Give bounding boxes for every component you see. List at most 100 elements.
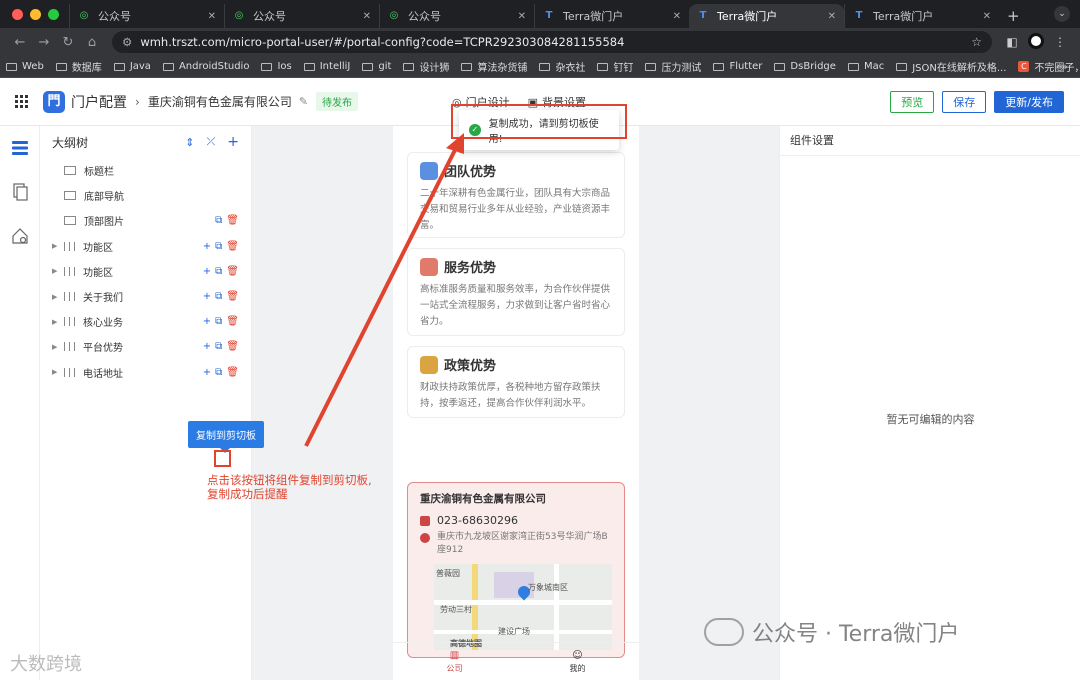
close-tab-icon[interactable]: ✕ [983, 11, 991, 22]
browser-tab[interactable]: ◎ 公众号 ✕ [379, 4, 534, 28]
advantage-card[interactable]: 服务优势 高标准服务质量和服务效率，为合作伙伴提供一站式全流程服务，力求做到让客… [407, 248, 625, 336]
forward-icon[interactable]: → [32, 35, 56, 50]
copy-icon[interactable]: ⧉ [215, 241, 222, 252]
add-child-icon[interactable]: + [203, 241, 211, 252]
bookmarks-overflow-icon[interactable]: » [1061, 60, 1068, 73]
browser-tab[interactable]: ◎ 公众号 ✕ [69, 4, 224, 28]
profile-avatar[interactable] [1024, 32, 1048, 52]
bookmark-item[interactable]: 算法杂货铺 [461, 59, 527, 74]
delete-icon[interactable]: 🗑 [226, 291, 239, 302]
copy-icon[interactable]: ⧉ [215, 266, 222, 277]
bookmark-item[interactable]: JSON在线解析及格... [896, 59, 1006, 74]
copy-icon[interactable]: ⧉ [215, 316, 222, 327]
tab-search-chevron-icon[interactable]: ⌄ [1054, 6, 1070, 22]
delete-icon[interactable]: 🗑 [226, 266, 239, 277]
expand-all-icon[interactable]: ⇕ [185, 136, 194, 149]
outline-node[interactable]: ▶ 平台优势 + ⧉ 🗑 [40, 334, 251, 359]
url-input[interactable]: ⚙ wmh.trszt.com/micro-portal-user/#/port… [112, 31, 992, 53]
outline-node[interactable]: ▶ 功能区 + ⧉ 🗑 [40, 259, 251, 284]
rail-pages-tab[interactable] [0, 170, 40, 214]
save-button[interactable]: 保存 [942, 91, 987, 113]
reload-icon[interactable]: ↻ [56, 35, 80, 50]
outline-node[interactable]: ▶ 核心业务 + ⧉ 🗑 [40, 309, 251, 334]
advantage-card[interactable]: 政策优势 财政扶持政策优厚，各税种地方留存政策扶持，按季返还，提高合作伙伴利润水… [407, 346, 625, 418]
copy-icon[interactable]: ⧉ [215, 215, 222, 226]
bookmark-item[interactable]: git [362, 61, 391, 72]
advantage-card[interactable]: 团队优势 二十年深耕有色金属行业，团队具有大宗商品交易和贸易行业多年从业经验，产… [407, 152, 625, 238]
outline-node[interactable]: 底部导航 [40, 183, 251, 208]
nav-company[interactable]: ▥ 公司 [393, 643, 516, 680]
nav-mine[interactable]: ☺ 我的 [516, 643, 639, 680]
sidebar-toggle-icon[interactable]: ◧ [1000, 35, 1024, 49]
bookmark-item[interactable]: DsBridge [774, 61, 836, 72]
location-map[interactable]: 普薇园 万象城南区 劳动三村 建设广场 高德地图 [434, 564, 612, 650]
bookmark-star-icon[interactable]: ☆ [971, 35, 982, 49]
bookmark-item[interactable]: C 不完圈子，App可... [1018, 59, 1080, 74]
copy-icon[interactable]: ⧉ [215, 291, 222, 302]
close-tab-icon[interactable]: ✕ [828, 11, 836, 22]
add-child-icon[interactable]: + [203, 367, 211, 378]
bookmark-item[interactable]: 设计狮 [403, 59, 449, 74]
outline-node[interactable]: ▶ 电话地址 + ⧉ 🗑 [40, 360, 251, 385]
delete-icon[interactable]: 🗑 [226, 241, 239, 252]
bookmark-item[interactable]: Mac [847, 61, 884, 72]
apps-grid-icon[interactable] [15, 94, 29, 109]
rail-outline-tab[interactable] [0, 126, 40, 170]
bookmark-item[interactable]: Ios [261, 61, 292, 72]
bookmark-item[interactable]: IntelliJ [303, 61, 350, 72]
tab-background-settings[interactable]: ▣ 背景设置 [528, 94, 586, 110]
expand-caret-icon[interactable]: ▶ [52, 267, 64, 275]
outline-node[interactable]: 标题栏 [40, 158, 251, 183]
expand-caret-icon[interactable]: ▶ [52, 368, 64, 376]
publish-button[interactable]: 更新/发布 [994, 91, 1064, 113]
close-tab-icon[interactable]: ✕ [673, 11, 681, 22]
copy-icon[interactable]: ⧉ [215, 341, 222, 352]
browser-tab-active[interactable]: T Terra微门户 ✕ [689, 4, 844, 28]
maximize-window-icon[interactable] [48, 8, 59, 20]
close-tab-icon[interactable]: ✕ [363, 11, 371, 22]
close-window-icon[interactable] [12, 8, 23, 20]
collapse-all-icon[interactable]: ⤫ [206, 135, 215, 149]
bookmark-item[interactable]: Flutter [713, 61, 762, 72]
tab-portal-design[interactable]: ◎ 门户设计 [452, 94, 510, 110]
back-icon[interactable]: ← [8, 35, 32, 50]
expand-caret-icon[interactable]: ▶ [52, 242, 64, 250]
copy-icon[interactable]: ⧉ [215, 367, 222, 378]
site-info-icon[interactable]: ⚙ [122, 35, 132, 49]
add-child-icon[interactable]: + [203, 341, 211, 352]
add-component-icon[interactable]: + [227, 134, 239, 150]
add-child-icon[interactable]: + [203, 291, 211, 302]
bookmark-item[interactable]: 压力测试 [645, 59, 701, 74]
delete-icon[interactable]: 🗑 [226, 341, 239, 352]
preview-button[interactable]: 预览 [890, 91, 935, 113]
home-icon[interactable]: ⌂ [80, 35, 104, 50]
outline-node[interactable]: ▶ 功能区 + ⧉ 🗑 [40, 234, 251, 259]
close-tab-icon[interactable]: ✕ [208, 11, 216, 22]
edit-icon[interactable]: ✎ [299, 95, 308, 108]
bookmark-item[interactable]: 钉钉 [597, 59, 633, 74]
outline-tree-panel: 大纲树 ⇕ ⤫ + 标题栏 底部导航 顶部图片 ⧉ 🗑 ▶ 功能区 + ⧉ 🗑 ▶ 功能区 + ⧉ 🗑 ▶ 关于… [40, 126, 252, 680]
delete-icon[interactable]: 🗑 [226, 215, 239, 226]
delete-icon[interactable]: 🗑 [226, 367, 239, 378]
browser-tab[interactable]: T Terra微门户 ✕ [534, 4, 689, 28]
bookmark-item[interactable]: 杂衣社 [539, 59, 585, 74]
bookmark-item[interactable]: Web [6, 61, 44, 72]
minimize-window-icon[interactable] [30, 8, 41, 20]
outline-node[interactable]: ▶ 关于我们 + ⧉ 🗑 [40, 284, 251, 309]
bookmark-item[interactable]: Java [113, 61, 151, 72]
new-tab-icon[interactable]: + [999, 4, 1028, 28]
expand-caret-icon[interactable]: ▶ [52, 318, 64, 326]
bookmark-item[interactable]: AndroidStudio [162, 61, 249, 72]
rail-settings-tab[interactable] [0, 214, 40, 258]
outline-node[interactable]: 顶部图片 ⧉ 🗑 [40, 208, 251, 233]
add-child-icon[interactable]: + [203, 266, 211, 277]
close-tab-icon[interactable]: ✕ [518, 11, 526, 22]
expand-caret-icon[interactable]: ▶ [52, 293, 64, 301]
expand-caret-icon[interactable]: ▶ [52, 343, 64, 351]
delete-icon[interactable]: 🗑 [226, 316, 239, 327]
browser-tab[interactable]: T Terra微门户 ✕ [844, 4, 999, 28]
add-child-icon[interactable]: + [203, 316, 211, 327]
bookmark-item[interactable]: 数据库 [55, 59, 102, 74]
browser-tab[interactable]: ◎ 公众号 ✕ [224, 4, 379, 28]
menu-kebab-icon[interactable]: ⋮ [1048, 35, 1072, 49]
